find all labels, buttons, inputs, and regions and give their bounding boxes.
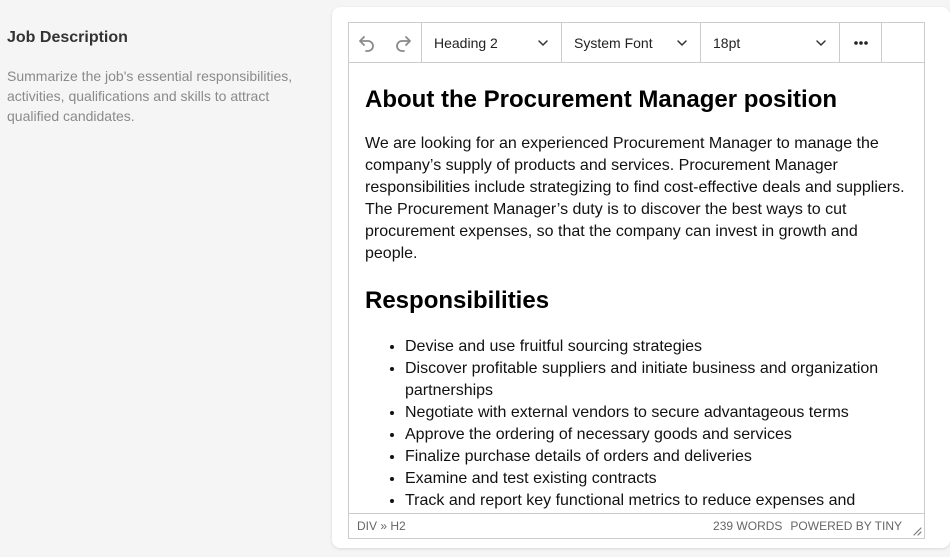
status-right: 239 WORDS POWERED BY TINY [713, 519, 916, 533]
chevron-down-icon [816, 39, 826, 46]
font-size-select[interactable]: 18pt [701, 23, 840, 62]
redo-button[interactable] [385, 23, 421, 62]
chevron-down-icon [677, 39, 687, 46]
content-heading-about: About the Procurement Manager position [365, 86, 838, 113]
editor-toolbar: Heading 2 System Font 18pt [349, 23, 924, 63]
list-item: Track and report key functional metrics … [405, 490, 908, 512]
more-button[interactable] [840, 23, 882, 62]
list-item: Examine and test existing contracts [405, 468, 908, 490]
responsibilities-list: Devise and use fruitful sourcing strateg… [365, 336, 908, 512]
editor-content[interactable]: About the Procurement Manager position W… [349, 63, 924, 513]
content-heading-responsibilities: Responsibilities [365, 287, 550, 314]
list-item: Finalize purchase details of orders and … [405, 446, 908, 468]
more-horizontal-icon [853, 40, 868, 45]
editor-statusbar: DIV » H2 239 WORDS POWERED BY TINY [349, 513, 924, 538]
element-path[interactable]: DIV » H2 [357, 519, 406, 533]
section-info: Job Description Summarize the job's esse… [7, 28, 307, 126]
chevron-down-icon [538, 39, 548, 46]
section-title: Job Description [7, 29, 128, 46]
page: Job Description Summarize the job's esse… [0, 0, 950, 557]
word-count[interactable]: 239 WORDS [713, 519, 782, 533]
list-item: Devise and use fruitful sourcing strateg… [405, 336, 908, 358]
undo-button[interactable] [349, 23, 385, 62]
list-item: Discover profitable suppliers and initia… [405, 358, 908, 402]
font-size-value: 18pt [713, 34, 741, 51]
font-family-value: System Font [574, 34, 653, 51]
content-intro-paragraph: We are looking for an experienced Procur… [365, 135, 905, 262]
undo-icon [359, 35, 374, 52]
section-description: Summarize the job's essential responsibi… [7, 68, 293, 124]
block-format-value: Heading 2 [434, 34, 498, 51]
redo-icon [396, 35, 411, 52]
resize-handle-icon[interactable] [913, 527, 922, 536]
powered-by-link[interactable]: POWERED BY TINY [790, 519, 902, 533]
font-family-select[interactable]: System Font [562, 23, 701, 62]
list-item: Approve the ordering of necessary goods … [405, 424, 908, 446]
rich-text-editor[interactable]: Heading 2 System Font 18pt About the Pro… [348, 22, 925, 539]
list-item: Negotiate with external vendors to secur… [405, 402, 908, 424]
block-format-select[interactable]: Heading 2 [422, 23, 562, 62]
history-group [349, 23, 422, 62]
editor-card: Heading 2 System Font 18pt About the Pro… [332, 7, 950, 548]
